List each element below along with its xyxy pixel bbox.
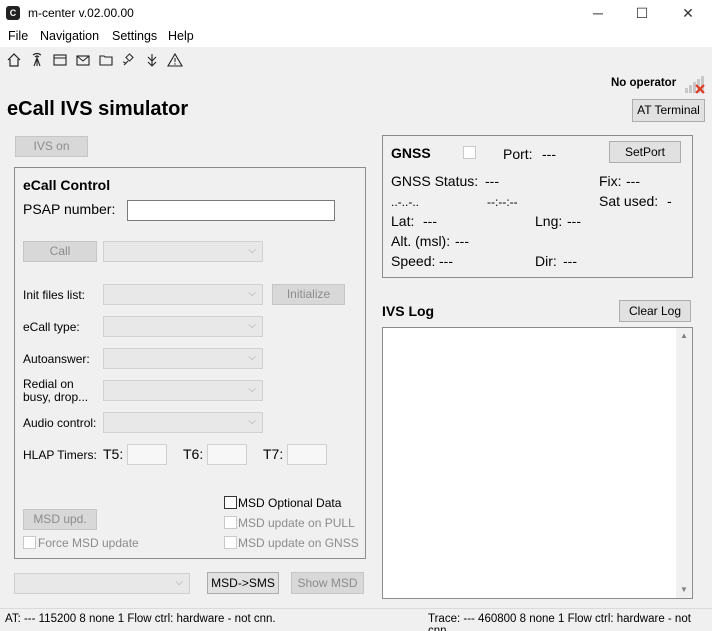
force-msd-label: Force MSD update — [38, 536, 139, 550]
gnss-time-value: --:--:-- — [487, 195, 518, 209]
operator-label: No operator — [611, 77, 677, 89]
ivs-on-button[interactable]: IVS on — [15, 136, 88, 157]
menu-bar — [0, 27, 712, 47]
dir-label: Dir: — [535, 253, 557, 269]
t6-label: T6: — [183, 446, 204, 462]
msd-pull-checkbox[interactable] — [224, 516, 237, 529]
download-antenna-icon[interactable] — [144, 52, 160, 68]
msd-sms-button[interactable]: MSD->SMS — [207, 572, 279, 594]
psap-number-input[interactable] — [127, 200, 335, 221]
redial-label-line2: busy, drop... — [23, 390, 89, 404]
msd-optional-checkbox[interactable] — [224, 496, 237, 509]
scroll-up-icon[interactable]: ▲ — [676, 331, 692, 340]
audio-control-label: Audio control: — [23, 416, 97, 430]
dir-value: --- — [563, 253, 577, 269]
gnss-title: GNSS — [391, 145, 431, 161]
lng-label: Lng: — [535, 213, 563, 229]
speed-label: Speed: — [391, 253, 436, 269]
redial-select[interactable]: ⌵ — [103, 380, 263, 401]
alt-value: --- — [455, 233, 469, 249]
show-msd-button[interactable]: Show MSD — [291, 572, 364, 594]
audio-control-select[interactable]: ⌵ — [103, 412, 263, 433]
sat-used-label: Sat used: — [599, 193, 659, 209]
antenna-icon[interactable] — [29, 52, 45, 68]
ecall-type-label: eCall type: — [23, 320, 80, 334]
gnss-status-value: --- — [485, 173, 499, 189]
lng-value: --- — [567, 213, 581, 229]
mail-icon[interactable] — [75, 52, 91, 68]
autoanswer-select[interactable]: ⌵ — [103, 348, 263, 369]
speed-value: --- — [439, 253, 453, 269]
port-label: Port: — [503, 146, 533, 162]
t7-input[interactable] — [287, 444, 327, 465]
signal-strength-icon — [684, 74, 706, 94]
redial-label-line1: Redial on — [23, 377, 74, 391]
msd-upd-button[interactable]: MSD upd. — [23, 509, 97, 530]
menu-file[interactable]: File — [8, 29, 28, 43]
call-button[interactable]: Call — [23, 241, 97, 262]
init-files-select[interactable]: ⌵ — [103, 284, 263, 305]
t7-label: T7: — [263, 446, 284, 462]
minimize-button[interactable]: ─ — [575, 0, 621, 27]
gnss-checkbox[interactable] — [463, 146, 476, 159]
msd-gnss-checkbox[interactable] — [224, 536, 237, 549]
scroll-down-icon[interactable]: ▼ — [676, 585, 692, 594]
maximize-button[interactable]: ☐ — [619, 0, 665, 27]
clear-log-button[interactable]: Clear Log — [619, 300, 691, 322]
gnss-status-label: GNSS Status: — [391, 173, 479, 189]
app-logo-icon: C — [6, 6, 20, 20]
ivs-log-title: IVS Log — [382, 303, 435, 319]
lat-value: --- — [423, 213, 437, 229]
menu-settings[interactable]: Settings — [112, 29, 157, 43]
psap-number-label: PSAP number: — [23, 201, 116, 217]
sat-used-value: - — [667, 193, 672, 209]
folder-icon[interactable] — [98, 52, 114, 68]
at-status: AT: --- 115200 8 none 1 Flow ctrl: hardw… — [5, 613, 276, 625]
ecall-control-title: eCall Control — [23, 177, 111, 193]
home-icon[interactable] — [6, 52, 22, 68]
ivs-log-textarea[interactable] — [382, 327, 693, 599]
t6-input[interactable] — [207, 444, 247, 465]
hlap-timers-label: HLAP Timers: — [23, 448, 97, 462]
trace-status: Trace: --- 460800 8 none 1 Flow ctrl: ha… — [428, 613, 691, 631]
window-title: m-center v.02.00.00 — [28, 6, 134, 20]
close-button[interactable]: ✕ — [665, 0, 711, 27]
lat-label: Lat: — [391, 213, 415, 229]
setport-button[interactable]: SetPort — [609, 141, 681, 163]
t5-input[interactable] — [127, 444, 167, 465]
msd-optional-label: MSD Optional Data — [238, 496, 342, 510]
initialize-button[interactable]: Initialize — [272, 284, 345, 305]
fix-value: --- — [626, 173, 640, 189]
bottom-select[interactable]: ⌵ — [14, 573, 190, 594]
menu-help[interactable]: Help — [168, 29, 194, 43]
window-icon[interactable] — [52, 52, 68, 68]
autoanswer-label: Autoanswer: — [23, 352, 90, 366]
msd-pull-label: MSD update on PULL — [238, 516, 355, 530]
alt-label: Alt. (msl): — [391, 233, 451, 249]
t5-label: T5: — [103, 446, 124, 462]
port-value: --- — [542, 146, 556, 162]
log-scrollbar[interactable] — [676, 328, 692, 598]
call-select[interactable]: ⌵ — [103, 241, 263, 262]
satellite-icon[interactable] — [121, 52, 137, 68]
fix-label: Fix: — [599, 173, 622, 189]
page-title: eCall IVS simulator — [7, 98, 189, 120]
menu-navigation[interactable]: Navigation — [40, 29, 99, 43]
init-files-label: Init files list: — [23, 288, 86, 302]
ecall-type-select[interactable]: ⌵ — [103, 316, 263, 337]
gnss-date-value: ..-..-.. — [391, 195, 419, 209]
warning-icon[interactable] — [167, 52, 183, 68]
force-msd-checkbox[interactable] — [23, 536, 36, 549]
msd-gnss-label: MSD update on GNSS — [238, 536, 359, 550]
at-terminal-button[interactable]: AT Terminal — [632, 99, 705, 122]
